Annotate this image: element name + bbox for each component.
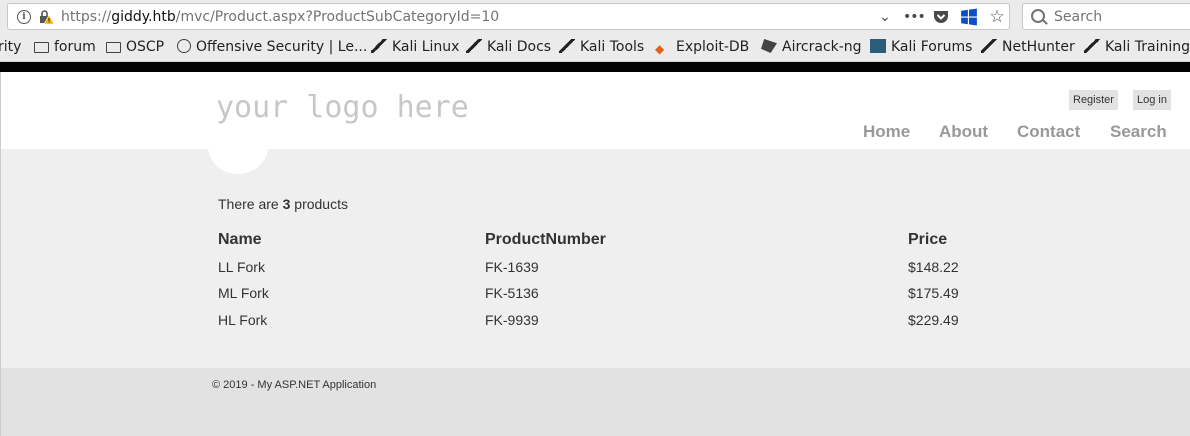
bookmark-exploit-db[interactable]: ◆ Exploit-DB	[655, 38, 749, 56]
bookmark-label: forum	[54, 39, 96, 55]
bookmark-label: NetHunter	[1002, 39, 1075, 55]
bookmark-label: Kali Tools	[580, 39, 645, 55]
cell-price: $229.49	[908, 312, 959, 328]
browser-toolbar: i https://giddy.htb/mvc/Product.aspx?Pro…	[0, 0, 1190, 34]
bookmark-aircrack[interactable]: Aircrack-ng	[761, 38, 862, 56]
kali-forums-icon	[870, 39, 886, 53]
folder-icon	[106, 42, 121, 53]
search-placeholder: Search	[1054, 9, 1103, 25]
kali-dragon-icon	[371, 39, 387, 53]
cell-productnumber: FK-5136	[485, 285, 539, 301]
bookmark-label: Kali Linux	[392, 39, 460, 55]
kali-dragon-icon	[981, 39, 997, 53]
bookmark-nethunter[interactable]: NetHunter	[981, 38, 1075, 56]
count-prefix: There are	[218, 196, 283, 212]
more-actions-icon[interactable]: •••	[903, 8, 926, 26]
bookmark-kali-training[interactable]: Kali Training	[1084, 38, 1190, 56]
nav-home[interactable]: Home	[863, 122, 910, 142]
cell-name: LL Fork	[218, 259, 265, 275]
cell-productnumber: FK-9939	[485, 312, 539, 328]
pocket-icon[interactable]	[933, 8, 949, 26]
site-header: your logo here Register Log in Home Abou…	[0, 72, 1190, 149]
bookmark-offensive-security[interactable]: Offensive Security | Le...	[177, 38, 367, 56]
nav-contact[interactable]: Contact	[1017, 122, 1080, 142]
globe-icon	[177, 39, 191, 53]
windows-icon[interactable]	[960, 8, 978, 26]
bookmark-kali-forums[interactable]: Kali Forums	[870, 38, 972, 56]
address-bar[interactable]: i https://giddy.htb/mvc/Product.aspx?Pro…	[7, 3, 1010, 30]
cell-price: $175.49	[908, 285, 959, 301]
cell-name: ML Fork	[218, 285, 269, 301]
kali-dragon-icon	[466, 39, 482, 53]
bookmark-label: Aircrack-ng	[782, 39, 862, 55]
bookmarks-toolbar: rity forum OSCP Offensive Security | Le.…	[0, 34, 1190, 62]
bookmark-kali-docs[interactable]: Kali Docs	[466, 38, 551, 56]
bookmark-label: Offensive Security | Le...	[196, 39, 368, 55]
info-icon[interactable]: i	[17, 10, 31, 24]
url-text: https://giddy.htb/mvc/Product.aspx?Produ…	[61, 9, 500, 25]
kali-dragon-icon	[1084, 39, 1100, 53]
bookmark-oscp[interactable]: OSCP	[106, 38, 164, 56]
bookmark-label: Kali Training	[1105, 39, 1190, 55]
search-icon	[1031, 9, 1045, 23]
insecure-lock-icon[interactable]	[38, 9, 54, 25]
register-link[interactable]: Register	[1069, 90, 1118, 110]
cell-name: HL Fork	[218, 312, 268, 328]
site-logo[interactable]: your logo here	[216, 90, 469, 125]
bookmark-label: OSCP	[126, 39, 165, 55]
copyright-text: © 2019 - My ASP.NET Application	[212, 379, 377, 391]
nav-search[interactable]: Search	[1110, 122, 1167, 142]
site-footer: © 2019 - My ASP.NET Application	[0, 368, 1190, 436]
product-count-text: There are 3 products	[218, 196, 348, 212]
column-header-productnumber: ProductNumber	[485, 231, 606, 248]
cell-price: $148.22	[908, 259, 959, 275]
column-header-price: Price	[908, 231, 948, 248]
bookmark-label: Kali Forums	[891, 39, 973, 55]
main-content: There are 3 products Name ProductNumber …	[0, 119, 1190, 368]
star-bookmark-icon[interactable]: ☆	[988, 8, 1006, 26]
count-suffix: products	[290, 196, 348, 212]
bookmark-kali-tools[interactable]: Kali Tools	[559, 38, 644, 56]
kali-dragon-icon	[559, 39, 575, 53]
column-header-name: Name	[218, 231, 262, 248]
chevron-down-icon[interactable]: ⌄	[877, 8, 893, 26]
bookmark-kali-linux[interactable]: Kali Linux	[371, 38, 459, 56]
cell-productnumber: FK-1639	[485, 259, 539, 275]
exploit-db-icon: ◆	[655, 42, 665, 56]
login-link[interactable]: Log in	[1133, 90, 1171, 110]
aircrack-icon	[761, 39, 777, 53]
bookmark-security[interactable]: rity	[0, 38, 21, 56]
search-bar[interactable]: Search	[1022, 3, 1190, 30]
bookmark-label: Exploit-DB	[676, 39, 750, 55]
bookmark-label: rity	[0, 39, 22, 55]
folder-icon	[34, 42, 49, 53]
decorative-circle	[208, 119, 268, 174]
page-top-bar	[0, 62, 1190, 72]
bookmark-label: Kali Docs	[487, 39, 552, 55]
nav-about[interactable]: About	[939, 122, 988, 142]
bookmark-forum[interactable]: forum	[34, 38, 96, 56]
